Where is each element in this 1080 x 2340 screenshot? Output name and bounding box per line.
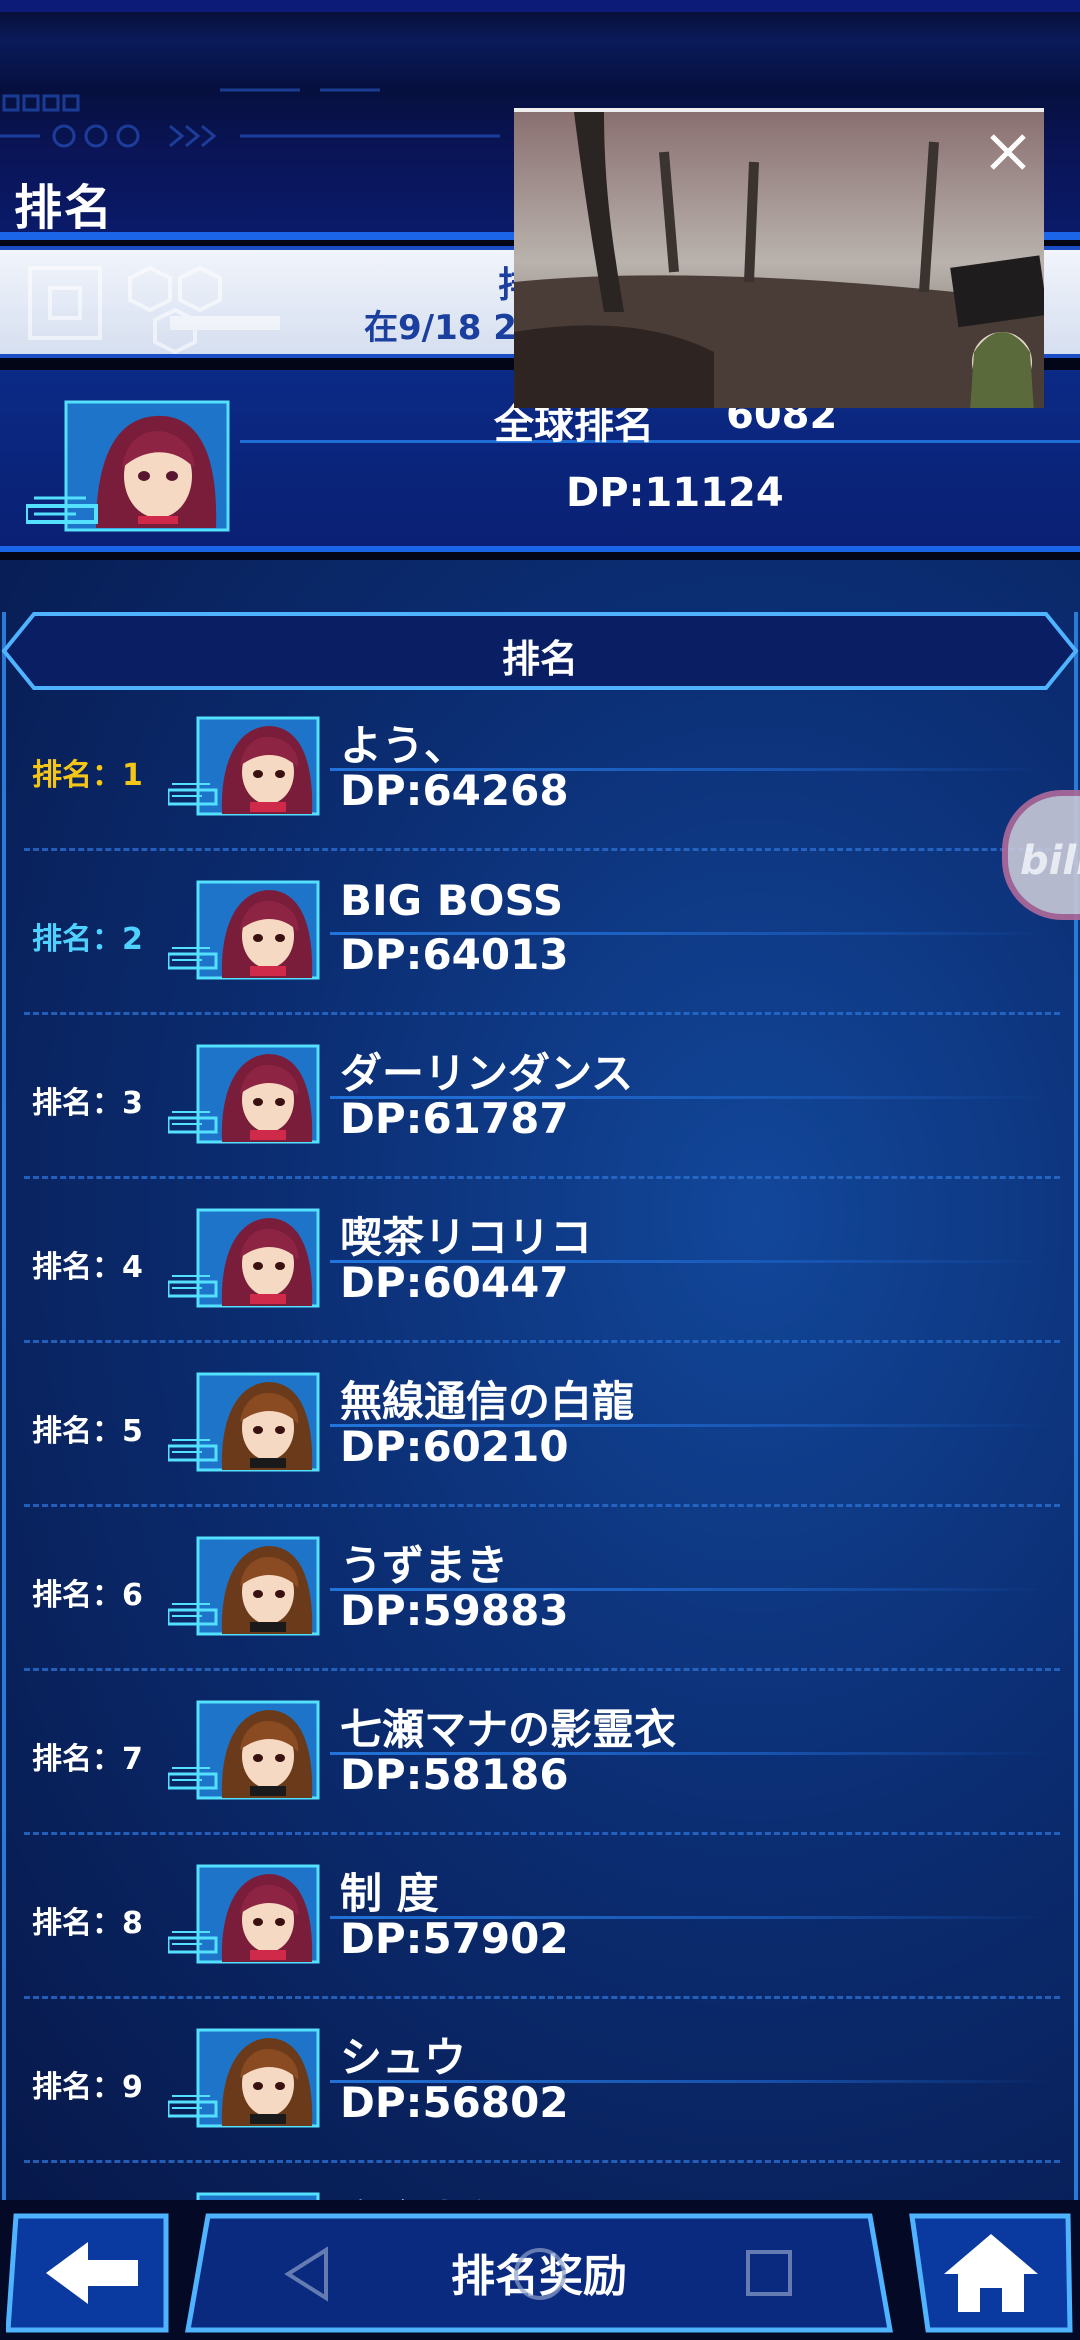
row-player-dp: DP:56802 [340, 2078, 569, 2127]
row-player-name: 七瀬マナの影霊衣 [340, 1705, 677, 1754]
row-rank: 排名：7 [32, 1742, 143, 1777]
row-rank: 排名：5 [32, 1414, 143, 1449]
duelist-avatar-icon[interactable] [166, 880, 320, 980]
row-player-dp: DP:60447 [340, 1258, 569, 1307]
duelist-avatar-icon[interactable] [166, 1372, 320, 1472]
ranking-row[interactable]: 排名：5 無線通信の白龍 DP:60210 [0, 1362, 1080, 1526]
duelist-avatar-icon[interactable] [166, 716, 320, 816]
duelist-avatar-icon[interactable] [166, 1044, 320, 1144]
back-button[interactable] [6, 2212, 174, 2334]
row-player-name: よう、 [340, 721, 467, 770]
row-player-dp: DP:64268 [340, 766, 569, 815]
floating-badge-text: bili [1020, 838, 1080, 884]
row-player-dp: DP:64013 [340, 930, 569, 979]
row-rank: 排名：8 [32, 1906, 143, 1941]
system-home-icon[interactable] [510, 2244, 570, 2304]
ranking-row[interactable]: 排名：6 うずまき DP:59883 [0, 1526, 1080, 1690]
row-rank: 排名：9 [32, 2070, 143, 2105]
close-icon[interactable] [986, 130, 1030, 174]
ranking-row[interactable]: 排名：4 喫茶リコリコ DP:60447 [0, 1198, 1080, 1362]
row-rank: 排名：2 [32, 922, 143, 957]
home-button[interactable] [908, 2212, 1074, 2334]
page-title: 排名 [14, 180, 115, 236]
row-divider [24, 1176, 1060, 1179]
row-divider [24, 1668, 1060, 1671]
ranking-rows[interactable]: 排名：1 よう、 DP:64268 排名：2 BIG BOSS DP:64013… [0, 700, 1080, 2210]
ranking-row[interactable]: 排名：3 ダーリンダンス DP:61787 [0, 1034, 1080, 1198]
hex-pattern-icon [28, 265, 280, 354]
duelist-avatar-icon[interactable] [166, 1536, 320, 1636]
system-recents-icon[interactable] [744, 2244, 794, 2304]
ranking-row[interactable]: 排名：1 よう、 DP:64268 [0, 706, 1080, 870]
row-player-dp: DP:60210 [340, 1422, 569, 1471]
duelist-avatar-icon[interactable] [166, 1864, 320, 1964]
system-back-icon[interactable] [282, 2244, 332, 2304]
video-frame [514, 112, 1044, 408]
row-divider [24, 1340, 1060, 1343]
player-dp: DP:11124 [566, 470, 784, 516]
row-divider [24, 1504, 1060, 1507]
duelist-avatar-icon[interactable] [166, 1700, 320, 1800]
row-rank: 排名：1 [32, 758, 143, 793]
row-player-name: ダーリンダンス [340, 1049, 634, 1098]
row-player-name: 喫茶リコリコ [340, 1213, 593, 1262]
row-player-name: 制 度 [340, 1869, 439, 1918]
duelist-avatar-icon[interactable] [166, 1208, 320, 1308]
row-player-name: うずまき [340, 1541, 509, 1590]
duelist-avatar-icon[interactable] [166, 2028, 320, 2128]
ranking-row[interactable]: 排名：7 七瀬マナの影霊衣 DP:58186 [0, 1690, 1080, 1854]
row-player-name: シュウ [340, 2033, 467, 2082]
row-player-dp: DP:61787 [340, 1094, 569, 1143]
ranking-list-title: 排名 [501, 637, 578, 681]
summary-glow-line [240, 440, 1080, 443]
row-rank: 排名：6 [32, 1578, 143, 1613]
row-rank: 排名：4 [32, 1250, 143, 1285]
row-player-dp: DP:58186 [340, 1750, 569, 1799]
player-avatar [26, 400, 230, 532]
ranking-row[interactable]: 排名：8 制 度 DP:57902 [0, 1854, 1080, 2018]
ranking-list-header: 排名 [0, 612, 1080, 690]
row-divider [24, 2160, 1060, 2163]
row-rank: 排名：3 [32, 1086, 143, 1121]
row-divider [24, 1996, 1060, 1999]
row-player-dp: DP:59883 [340, 1586, 569, 1635]
row-player-name: 無線通信の白龍 [340, 1377, 635, 1426]
row-divider [24, 1012, 1060, 1015]
ranking-row[interactable]: 排名：2 BIG BOSS DP:64013 [0, 870, 1080, 1034]
row-divider [24, 1832, 1060, 1835]
row-divider [24, 848, 1060, 851]
row-player-name: BIG BOSS [340, 876, 564, 925]
floating-video-player[interactable] [514, 108, 1044, 408]
header-stripe [0, 0, 1080, 12]
row-player-dp: DP:57902 [340, 1914, 569, 1963]
ranking-row[interactable]: 排名：9 シュウ DP:56802 [0, 2018, 1080, 2182]
